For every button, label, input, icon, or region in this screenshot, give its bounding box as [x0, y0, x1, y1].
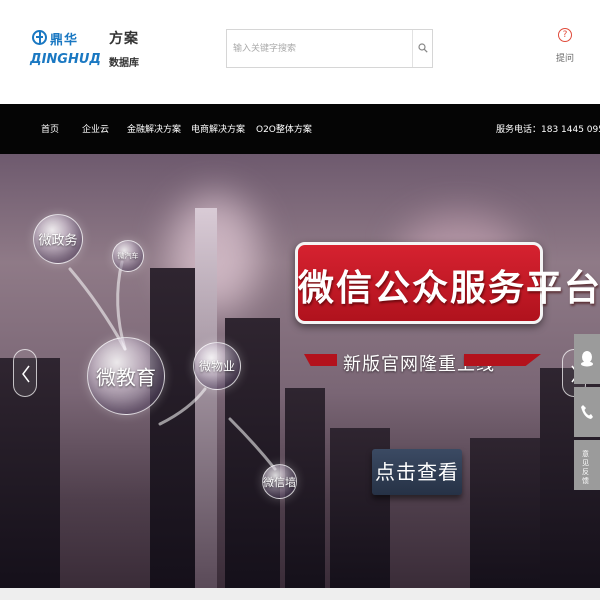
- search-input[interactable]: [227, 30, 413, 67]
- hero-banner[interactable]: 微政务 微汽车 微教育 微物业 微信墙 微信公众服务平台 新版官网隆重上线 点击…: [0, 154, 600, 588]
- search-icon: [418, 43, 428, 53]
- bubble-auto[interactable]: 微汽车: [112, 240, 144, 272]
- logo-side: 方案 数据库: [109, 28, 139, 69]
- ask-label: 提问: [555, 54, 574, 64]
- nav-item-o2o[interactable]: O2O整体方案: [256, 122, 312, 135]
- side-toolbar: 意见反馈: [574, 334, 600, 493]
- logo-mark-icon: [32, 30, 47, 45]
- nav-item-ecommerce[interactable]: 电商解决方案: [191, 122, 245, 135]
- site-logo[interactable]: 鼎华 ДINGHUД 方案 数据库: [28, 26, 139, 72]
- content-strip: [0, 588, 600, 600]
- ask-question-link[interactable]: ? 提问: [553, 28, 577, 64]
- feedback-button[interactable]: 意见反馈: [574, 440, 600, 490]
- question-circle-icon: ?: [558, 28, 572, 42]
- prev-slide-button[interactable]: [13, 349, 37, 397]
- bubble-property-label: 微物业: [198, 359, 235, 374]
- view-details-button[interactable]: 点击查看: [372, 449, 462, 495]
- service-hotline: 服务电话：183 1445 0955: [496, 125, 600, 135]
- bubble-wall-label: 微信墙: [263, 475, 296, 489]
- phone-button[interactable]: [574, 387, 600, 437]
- bubble-gov-label: 微政务: [38, 233, 78, 249]
- bubble-gov[interactable]: 微政务: [33, 214, 83, 264]
- nav-item-enterprise-cloud[interactable]: 企业云: [82, 122, 109, 135]
- search-box: [226, 29, 433, 68]
- bubble-wall[interactable]: 微信墙: [262, 464, 297, 499]
- logo-en-text: ДINGHUД: [30, 52, 101, 67]
- nav-item-finance[interactable]: 金融解决方案: [127, 122, 181, 135]
- main-nav: 首页 企业云 金融解决方案 电商解决方案 O2O整体方案 服务电话：183 14…: [0, 104, 600, 154]
- bubble-education[interactable]: 微教育: [87, 337, 165, 415]
- banner-headline: 微信公众服务平台: [298, 268, 600, 309]
- feedback-label: 意见反馈: [582, 450, 589, 485]
- bubble-education-label: 微教育: [96, 365, 156, 390]
- site-header: 鼎华 ДINGHUД 方案 数据库 ? 提问: [0, 0, 600, 104]
- phone-icon: [581, 405, 593, 419]
- qq-button[interactable]: [574, 334, 600, 384]
- nav-item-home[interactable]: 首页: [41, 122, 59, 135]
- qq-icon: [581, 351, 593, 367]
- headline-plate: 微信公众服务平台: [295, 242, 600, 324]
- bubble-auto-label: 微汽车: [117, 252, 139, 260]
- logo-cn-text: 鼎华: [50, 33, 79, 48]
- bubble-property[interactable]: 微物业: [193, 342, 241, 390]
- search-button[interactable]: [412, 30, 432, 67]
- logo-side-top: 方案: [109, 31, 139, 47]
- logo-side-bottom: 数据库: [109, 58, 139, 69]
- chevron-left-icon: [22, 365, 30, 383]
